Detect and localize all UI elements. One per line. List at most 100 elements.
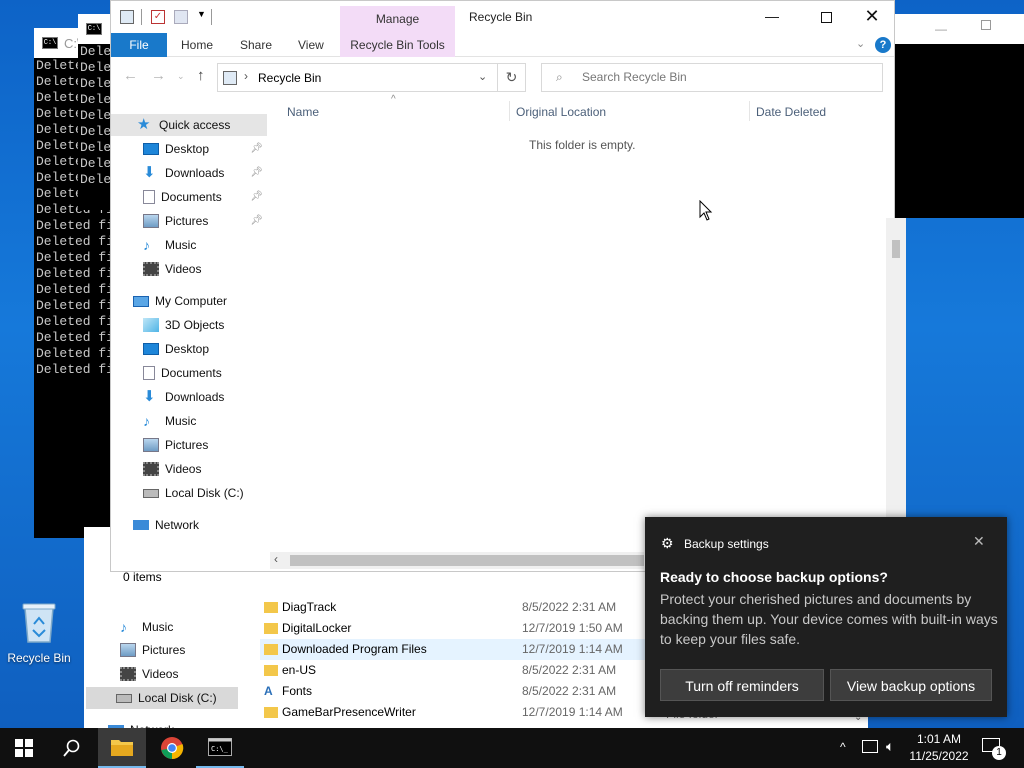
clock[interactable]: 1:01 AM 11/25/2022: [908, 731, 970, 765]
tab-home[interactable]: Home: [169, 33, 225, 57]
turn-off-reminders-button[interactable]: Turn off reminders: [660, 669, 824, 701]
behind-nav-videos[interactable]: Videos: [120, 663, 178, 685]
search-input[interactable]: ⌕ Search Recycle Bin: [541, 63, 883, 92]
taskbar-command-prompt[interactable]: C:\_: [196, 728, 244, 768]
back-arrow-icon[interactable]: ←: [123, 67, 138, 84]
qat-dropdown-icon[interactable]: ▼: [197, 9, 206, 19]
nav-item-pictures[interactable]: Pictures 📌︎: [143, 210, 267, 232]
pin-icon[interactable]: 📌︎: [250, 186, 263, 208]
help-icon[interactable]: ?: [875, 37, 891, 53]
maximize-icon[interactable]: [981, 20, 991, 30]
column-separator[interactable]: [749, 101, 750, 121]
expand-ribbon-icon[interactable]: ⌄: [856, 37, 865, 50]
nav-item-music[interactable]: ♪ Music: [143, 410, 267, 432]
chrome-icon: [161, 737, 184, 760]
file-date: 8/5/2022 2:31 AM: [522, 600, 617, 614]
nav-item-pictures[interactable]: Pictures: [143, 434, 267, 456]
tab-share[interactable]: Share: [228, 33, 284, 57]
taskbar-file-explorer[interactable]: [98, 728, 146, 768]
forward-arrow-icon[interactable]: →: [151, 67, 166, 84]
pin-icon[interactable]: 📌︎: [250, 210, 263, 232]
breadcrumb-chevron-icon[interactable]: ›: [244, 69, 248, 83]
nav-item-3d-objects[interactable]: 3D Objects: [143, 314, 267, 336]
manage-tab-header[interactable]: Manage: [340, 6, 455, 33]
tab-file[interactable]: File: [111, 33, 167, 57]
new-folder-icon[interactable]: [174, 10, 188, 24]
nav-item-music[interactable]: ♪ Music: [143, 234, 267, 256]
minimize-icon[interactable]: —: [935, 22, 947, 36]
nav-item-videos[interactable]: Videos: [143, 458, 267, 480]
recycle-bin-desktop-label: Recycle Bin: [7, 651, 71, 665]
music-icon: ♪: [143, 237, 150, 253]
horizontal-scrollbar[interactable]: ‹: [270, 552, 644, 569]
pin-icon[interactable]: 📌︎: [250, 138, 263, 160]
recycle-bin-icon: [22, 603, 56, 643]
scrollbar-thumb[interactable]: [290, 555, 644, 566]
file-name: GameBarPresenceWriter: [282, 705, 416, 719]
behind-nav-music[interactable]: ♪ Music: [120, 616, 173, 638]
address-bar[interactable]: › Recycle Bin ⌄: [217, 63, 498, 92]
breadcrumb[interactable]: Recycle Bin: [258, 71, 321, 85]
nav-my-computer[interactable]: My Computer: [133, 290, 227, 312]
column-header-date-deleted[interactable]: Date Deleted: [756, 101, 826, 123]
recycle-bin-desktop-icon[interactable]: Recycle Bin: [4, 600, 74, 665]
behind-nav-pictures[interactable]: Pictures: [120, 639, 185, 661]
nav-item-desktop[interactable]: Desktop: [143, 338, 267, 360]
behind-nav-local-disk[interactable]: Local Disk (C:): [86, 687, 238, 709]
tab-recycle-bin-tools[interactable]: Recycle Bin Tools: [340, 33, 455, 57]
pictures-icon: [143, 438, 159, 452]
vertical-scrollbar[interactable]: [886, 218, 906, 528]
tab-view[interactable]: View: [286, 33, 336, 57]
volume-icon[interactable]: 🔈︎: [886, 738, 894, 755]
nav-network[interactable]: Network: [133, 514, 199, 536]
action-center-button[interactable]: 1: [982, 738, 1006, 760]
videos-icon: [143, 262, 159, 276]
recent-locations-icon[interactable]: ⌄: [177, 71, 185, 82]
file-date: 8/5/2022 2:31 AM: [522, 684, 617, 698]
behind-nav-network[interactable]: Network: [108, 719, 174, 728]
nav-item-local-disk-c[interactable]: Local Disk (C:): [143, 482, 267, 504]
column-header-original-location[interactable]: Original Location: [516, 101, 606, 123]
minimize-button[interactable]: —: [749, 1, 795, 31]
nav-item-documents[interactable]: Documents 📌︎: [143, 186, 267, 208]
taskbar-chrome[interactable]: [148, 728, 196, 768]
background-window-titlebar[interactable]: —: [895, 14, 1024, 44]
cmd-icon: C:\: [42, 37, 58, 49]
show-hidden-icons-icon[interactable]: ^: [840, 740, 846, 754]
nav-item-downloads[interactable]: ⬇ Downloads 📌︎: [143, 162, 267, 184]
drive-icon: [143, 488, 159, 498]
view-backup-options-button[interactable]: View backup options: [830, 669, 992, 701]
backup-notification[interactable]: ⚙ Backup settings ✕ Ready to choose back…: [645, 517, 1007, 717]
nav-quick-access[interactable]: ★ Quick access: [111, 114, 267, 136]
refresh-button[interactable]: ↻: [498, 63, 526, 92]
sort-ascending-icon: ^: [391, 94, 396, 105]
up-arrow-icon[interactable]: ↑: [197, 67, 205, 84]
properties-icon[interactable]: ✓: [151, 10, 165, 24]
nav-item-documents[interactable]: Documents: [143, 362, 267, 384]
3d-objects-icon: [143, 318, 159, 332]
close-icon[interactable]: ✕: [973, 533, 985, 550]
title-bar[interactable]: ✓ ▼ Manage Recycle Bin — ✕: [111, 1, 894, 33]
column-separator[interactable]: [509, 101, 510, 121]
maximize-button[interactable]: [803, 1, 849, 31]
address-dropdown-icon[interactable]: ⌄: [478, 70, 487, 83]
videos-icon: [143, 462, 159, 476]
network-status-icon[interactable]: [862, 740, 878, 753]
music-icon: ♪: [143, 413, 150, 429]
videos-icon: [120, 667, 136, 681]
nav-item-videos[interactable]: Videos: [143, 258, 267, 280]
clock-date: 11/25/2022: [909, 749, 969, 763]
pin-icon[interactable]: 📌︎: [250, 162, 263, 184]
nav-item-desktop[interactable]: Desktop 📌︎: [143, 138, 267, 160]
empty-folder-message: This folder is empty.: [529, 138, 636, 152]
command-prompt-icon: C:\_: [208, 738, 232, 756]
explorer-window[interactable]: ✓ ▼ Manage Recycle Bin — ✕ File Home Sha…: [110, 0, 895, 584]
scroll-left-icon[interactable]: ‹: [274, 552, 278, 566]
folder-icon: [264, 707, 278, 718]
close-button[interactable]: ✕: [849, 1, 895, 31]
scrollbar-thumb[interactable]: [892, 240, 900, 258]
search-button[interactable]: [48, 728, 96, 768]
nav-item-downloads[interactable]: ⬇ Downloads: [143, 386, 267, 408]
start-button[interactable]: [0, 728, 48, 768]
column-header-name[interactable]: Name: [287, 101, 319, 123]
